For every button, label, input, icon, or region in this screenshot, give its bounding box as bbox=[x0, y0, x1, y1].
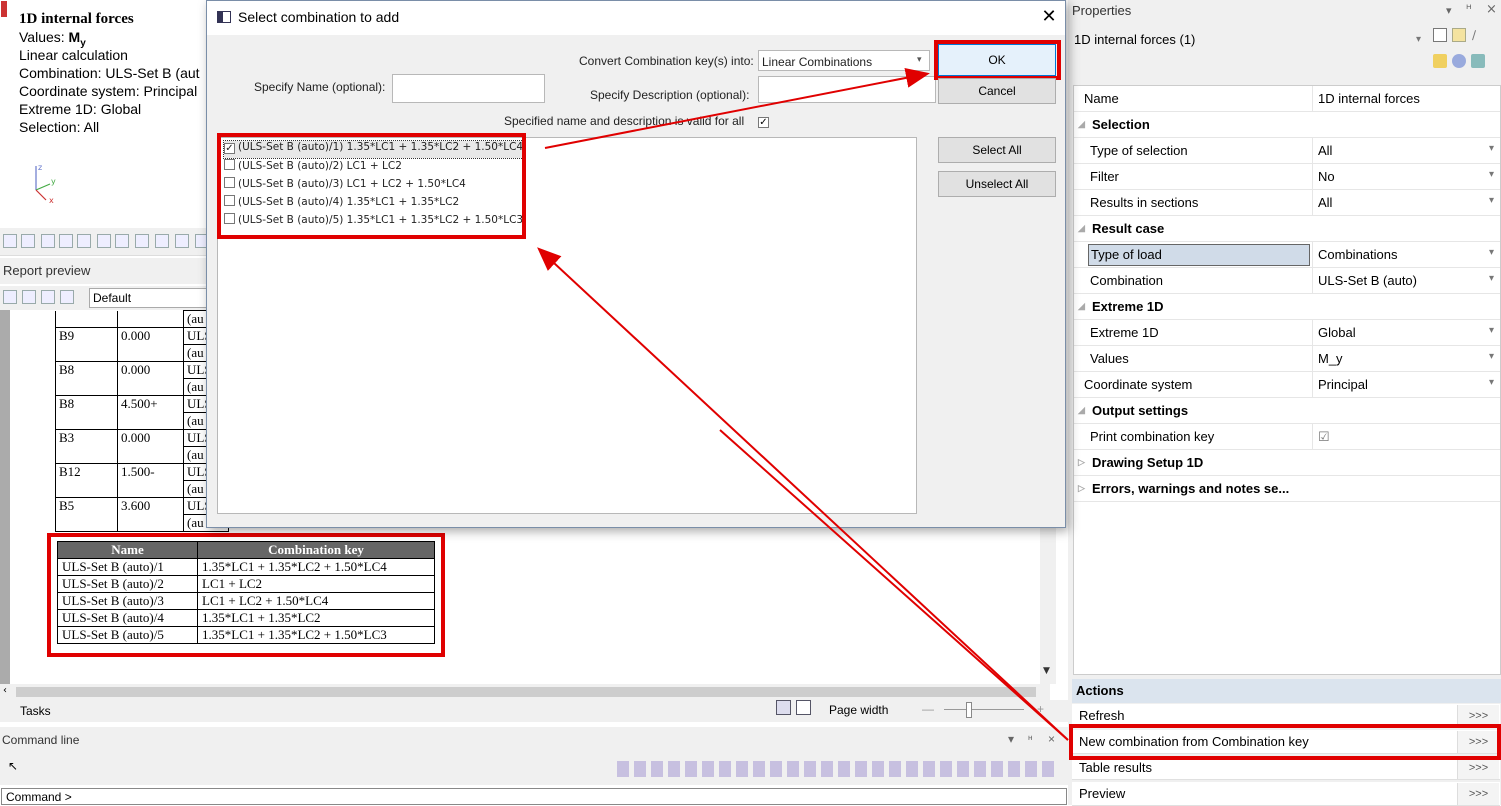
annotation-arrows bbox=[537, 67, 1069, 741]
arrow-to-ok bbox=[544, 67, 930, 149]
arrow-to-list-b bbox=[719, 429, 1069, 741]
arrow-to-list bbox=[537, 247, 1069, 741]
